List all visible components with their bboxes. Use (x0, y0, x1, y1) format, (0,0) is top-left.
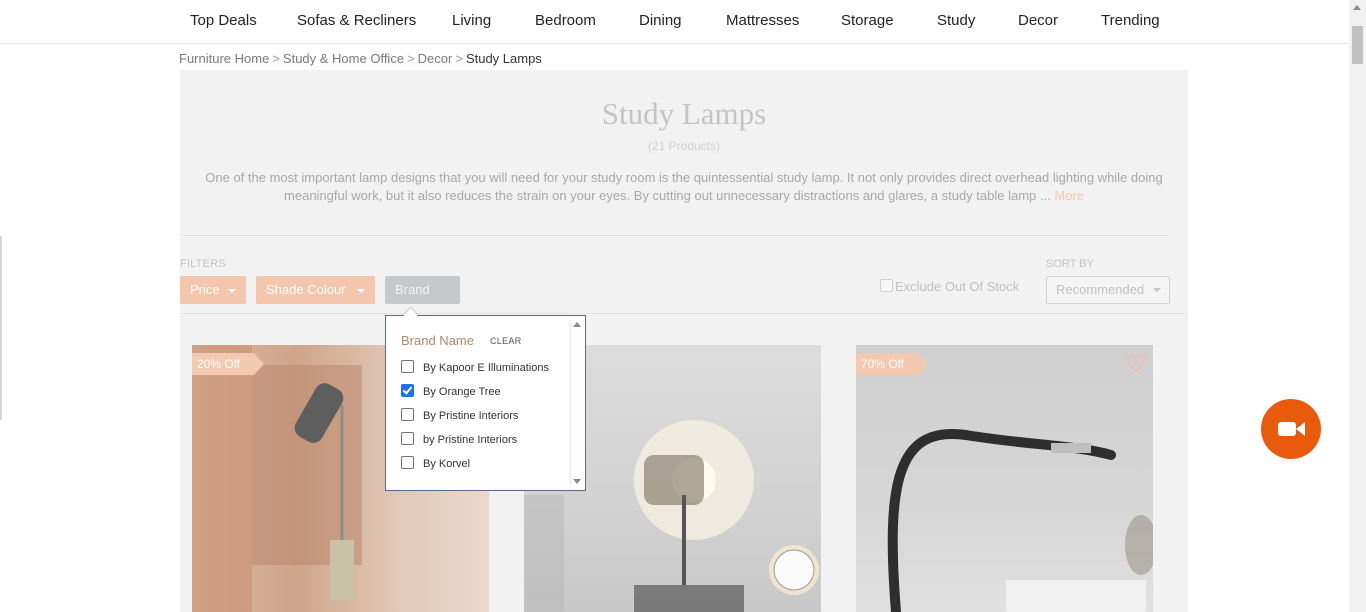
nav-sofas-recliners[interactable]: Sofas & Recliners (297, 12, 416, 29)
chevron-down-icon (357, 289, 365, 293)
exclude-out-of-stock[interactable]: Exclude Out Of Stock (880, 279, 1019, 294)
nav-living[interactable]: Living (452, 12, 491, 29)
page-title: Study Lamps (601, 96, 767, 131)
brand-clear-button[interactable]: CLEAR (490, 336, 522, 346)
exclude-out-of-stock-label: Exclude Out Of Stock (895, 279, 1020, 294)
sort-by-value: Recommended (1056, 282, 1145, 297)
brand-option-label: By Pristine Interiors (423, 410, 519, 422)
product-card[interactable]: 70% Off (856, 345, 1153, 612)
scrollbar-track (570, 319, 571, 487)
chevron-down-icon (228, 289, 236, 293)
brand-option-label: By Kapoor E Illuminations (423, 362, 549, 374)
filters-label: FILTERS (180, 258, 226, 270)
brand-option-checkbox[interactable] (401, 384, 414, 397)
nav-trending[interactable]: Trending (1101, 12, 1160, 29)
brand-option-checkbox[interactable] (401, 408, 414, 421)
chevron-down-icon (1153, 288, 1161, 292)
nav-top-deals[interactable]: Top Deals (190, 12, 257, 29)
description-more-link[interactable]: More (1054, 188, 1084, 203)
nav-dining[interactable]: Dining (639, 12, 682, 29)
video-camera-icon (1278, 422, 1296, 436)
breadcrumb-separator: > (272, 51, 280, 66)
nav-decor[interactable]: Decor (1018, 12, 1058, 29)
scroll-up-arrow-icon[interactable] (1353, 5, 1361, 10)
nav-bedroom[interactable]: Bedroom (535, 12, 596, 29)
top-navigation: Top Deals Sofas & Recliners Living Bedro… (0, 0, 1349, 44)
nav-study[interactable]: Study (937, 12, 975, 29)
price-filter-button[interactable]: Price (180, 276, 246, 304)
heart-icon[interactable] (1125, 353, 1147, 373)
nav-storage[interactable]: Storage (841, 12, 894, 29)
scroll-up-arrow-icon[interactable] (573, 322, 581, 327)
price-filter-label: Price (190, 282, 220, 297)
brand-option-checkbox[interactable] (401, 360, 414, 373)
brand-dropdown-heading: Brand Name (401, 333, 474, 348)
discount-badge: 70% Off (856, 353, 929, 375)
section-divider (180, 235, 1170, 236)
brand-option-checkbox[interactable] (401, 432, 414, 445)
breadcrumb-separator: > (455, 51, 463, 66)
category-description-text: One of the most important lamp designs t… (205, 170, 1163, 203)
sort-by-label: SORT BY (1046, 258, 1094, 270)
product-image (887, 428, 1153, 612)
discount-badge: 20% Off (192, 353, 265, 375)
page-scrollbar[interactable] (1349, 0, 1366, 612)
side-drawer-edge (0, 236, 2, 420)
brand-dropdown: Brand Name CLEAR By Kapoor E Illuminatio… (385, 315, 586, 491)
sort-by-select[interactable]: Recommended (1046, 276, 1170, 304)
exclude-out-of-stock-checkbox[interactable] (880, 279, 893, 292)
brand-option-checkbox[interactable] (401, 456, 414, 469)
breadcrumb-furniture-home[interactable]: Furniture Home (179, 51, 269, 66)
section-divider (180, 313, 1188, 314)
brand-option-label: By Korvel (423, 458, 471, 470)
shade-colour-filter-button[interactable]: Shade Colour (256, 276, 375, 304)
video-camera-lens-icon (1296, 422, 1305, 436)
scrollbar-thumb[interactable] (1352, 26, 1363, 64)
breadcrumb: Furniture Home > Study & Home Office > Decor… (179, 51, 542, 66)
scroll-down-arrow-icon[interactable] (573, 479, 581, 484)
nav-mattresses[interactable]: Mattresses (726, 12, 799, 29)
brand-option-label: by Pristine Interiors (423, 434, 518, 446)
category-content-overlay: Study Lamps (21 Products) One of the mos… (180, 70, 1188, 612)
brand-option-label: By Orange Tree (423, 386, 501, 398)
video-call-button[interactable] (1261, 399, 1321, 459)
category-description: One of the most important lamp designs t… (188, 169, 1180, 205)
breadcrumb-separator: > (407, 51, 415, 66)
breadcrumb-study-home-office[interactable]: Study & Home Office (283, 51, 404, 66)
breadcrumb-current: Study Lamps (465, 51, 542, 66)
brand-dropdown-scrollbar[interactable] (570, 319, 583, 487)
shade-colour-filter-label: Shade Colour (266, 282, 346, 297)
breadcrumb-decor[interactable]: Decor (418, 51, 453, 66)
brand-filter-label: Brand (395, 282, 430, 297)
product-count: (21 Products) (647, 139, 721, 153)
brand-filter-button[interactable]: Brand (385, 276, 460, 304)
